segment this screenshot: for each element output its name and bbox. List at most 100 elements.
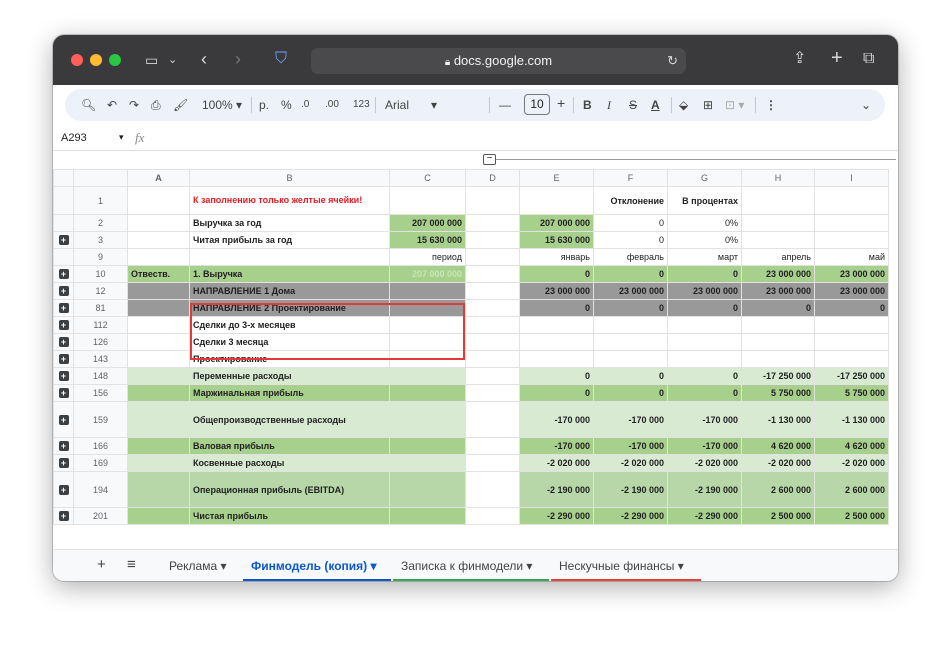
- cell-f-2[interactable]: 0: [593, 214, 668, 232]
- cell-f-194[interactable]: -2 190 000: [593, 471, 668, 508]
- cell-b-3[interactable]: Читая прибыль за год: [189, 231, 390, 249]
- name-box-dropdown-icon[interactable]: ▾: [119, 132, 124, 143]
- collapse-toolbar-icon[interactable]: ⌄: [861, 97, 871, 113]
- cell-a-169[interactable]: [127, 454, 190, 472]
- cell-g-143[interactable]: [667, 350, 742, 368]
- cell-a-2[interactable]: [127, 214, 190, 232]
- cell-b-12[interactable]: НАПРАВЛЕНИЕ 1 Дома: [189, 282, 390, 300]
- cell-f-156[interactable]: 0: [593, 384, 668, 402]
- fill-color-icon[interactable]: ⬙: [679, 97, 688, 113]
- cell-d-10[interactable]: [465, 265, 520, 283]
- cell-c-201[interactable]: [389, 507, 466, 525]
- cell-f-3[interactable]: 0: [593, 231, 668, 249]
- cell-a-112[interactable]: [127, 316, 190, 334]
- cell-g-9[interactable]: март: [667, 248, 742, 266]
- expand-group-icon[interactable]: +: [58, 337, 69, 347]
- row-number[interactable]: 166: [73, 437, 128, 455]
- column-header-g[interactable]: G: [667, 169, 742, 187]
- cell-f-166[interactable]: -170 000: [593, 437, 668, 455]
- cell-a-194[interactable]: [127, 471, 190, 508]
- shield-icon[interactable]: ⛉: [275, 49, 287, 69]
- row-number[interactable]: 10: [73, 265, 128, 283]
- expand-group-icon[interactable]: +: [58, 388, 69, 398]
- row-number[interactable]: 12: [73, 282, 128, 300]
- cell-i-143[interactable]: [814, 350, 889, 368]
- cell-g-194[interactable]: -2 190 000: [667, 471, 742, 508]
- cell-i-126[interactable]: [814, 333, 889, 351]
- cell-d-194[interactable]: [465, 471, 520, 508]
- cell-a-12[interactable]: [127, 282, 190, 300]
- paint-format-icon[interactable]: 🖌︎: [173, 97, 188, 113]
- cell-e-10[interactable]: 0: [519, 265, 594, 283]
- row-number[interactable]: 9: [73, 248, 128, 266]
- row-number[interactable]: 148: [73, 367, 128, 385]
- tab-zapiska[interactable]: Записка к финмодели ▾: [401, 559, 532, 573]
- cell-a-81[interactable]: [127, 299, 190, 317]
- cell-c-9[interactable]: период: [389, 248, 466, 266]
- cell-a-1[interactable]: [127, 186, 190, 215]
- cell-h-143[interactable]: [741, 350, 815, 368]
- row-number[interactable]: 126: [73, 333, 128, 351]
- row-number[interactable]: 81: [73, 299, 128, 317]
- cell-g-3[interactable]: 0%: [667, 231, 742, 249]
- cell-a-166[interactable]: [127, 437, 190, 455]
- cell-c-148[interactable]: [389, 367, 466, 385]
- cell-g-1[interactable]: В процентах: [667, 186, 742, 215]
- cell-i-201[interactable]: 2 500 000: [814, 507, 889, 525]
- cell-h-10[interactable]: 23 000 000: [741, 265, 815, 283]
- cell-f-1[interactable]: Отклонение: [593, 186, 668, 215]
- cell-f-169[interactable]: -2 020 000: [593, 454, 668, 472]
- maximize-window-button[interactable]: [109, 54, 121, 66]
- cell-i-1[interactable]: [814, 186, 889, 215]
- zoom-select[interactable]: 100% ▾: [202, 97, 242, 113]
- percent-format-button[interactable]: %: [281, 97, 292, 113]
- cell-f-143[interactable]: [593, 350, 668, 368]
- cell-b-166[interactable]: Валовая прибыль: [189, 437, 390, 455]
- cell-h-112[interactable]: [741, 316, 815, 334]
- sidebar-icon[interactable]: ▭: [145, 50, 158, 70]
- row-number[interactable]: 156: [73, 384, 128, 402]
- font-size-input[interactable]: 10: [524, 94, 550, 115]
- cell-h-201[interactable]: 2 500 000: [741, 507, 815, 525]
- row-number[interactable]: 201: [73, 507, 128, 525]
- cell-e-81[interactable]: 0: [519, 299, 594, 317]
- cell-f-159[interactable]: -170 000: [593, 401, 668, 438]
- column-header-f[interactable]: F: [593, 169, 668, 187]
- minimize-window-button[interactable]: [90, 54, 102, 66]
- cell-g-12[interactable]: 23 000 000: [667, 282, 742, 300]
- cell-a-9[interactable]: [127, 248, 190, 266]
- cell-b-156[interactable]: Маржинальная прибыль: [189, 384, 390, 402]
- tab-finmodel-copy[interactable]: Финмодель (копия) ▾: [251, 559, 377, 573]
- forward-icon[interactable]: ›: [235, 49, 241, 69]
- cell-f-148[interactable]: 0: [593, 367, 668, 385]
- cell-i-9[interactable]: май: [814, 248, 889, 266]
- column-header-c[interactable]: C: [389, 169, 466, 187]
- cell-b-148[interactable]: Переменные расходы: [189, 367, 390, 385]
- cell-c-2[interactable]: 207 000 000: [389, 214, 466, 232]
- add-sheet-button[interactable]: +: [97, 556, 106, 573]
- name-box[interactable]: A293: [61, 132, 87, 144]
- cell-e-201[interactable]: -2 290 000: [519, 507, 594, 525]
- expand-group-icon[interactable]: +: [58, 354, 69, 364]
- undo-icon[interactable]: ↶: [107, 97, 117, 113]
- cell-g-159[interactable]: -170 000: [667, 401, 742, 438]
- back-icon[interactable]: ‹: [201, 49, 207, 69]
- cell-i-194[interactable]: 2 600 000: [814, 471, 889, 508]
- cell-b-2[interactable]: Выручка за год: [189, 214, 390, 232]
- cell-h-3[interactable]: [741, 231, 815, 249]
- cell-e-12[interactable]: 23 000 000: [519, 282, 594, 300]
- cell-c-1[interactable]: [389, 186, 466, 215]
- cell-h-81[interactable]: 0: [741, 299, 815, 317]
- cell-d-201[interactable]: [465, 507, 520, 525]
- cell-h-194[interactable]: 2 600 000: [741, 471, 815, 508]
- chevron-down-icon[interactable]: ⌄: [168, 50, 177, 70]
- cell-f-9[interactable]: февраль: [593, 248, 668, 266]
- expand-group-icon[interactable]: +: [58, 414, 69, 425]
- expand-group-icon[interactable]: +: [58, 286, 69, 296]
- cell-e-159[interactable]: -170 000: [519, 401, 594, 438]
- cell-h-169[interactable]: -2 020 000: [741, 454, 815, 472]
- cell-a-143[interactable]: [127, 350, 190, 368]
- cell-f-126[interactable]: [593, 333, 668, 351]
- group-collapse-icon[interactable]: −: [483, 154, 496, 165]
- cell-i-3[interactable]: [814, 231, 889, 249]
